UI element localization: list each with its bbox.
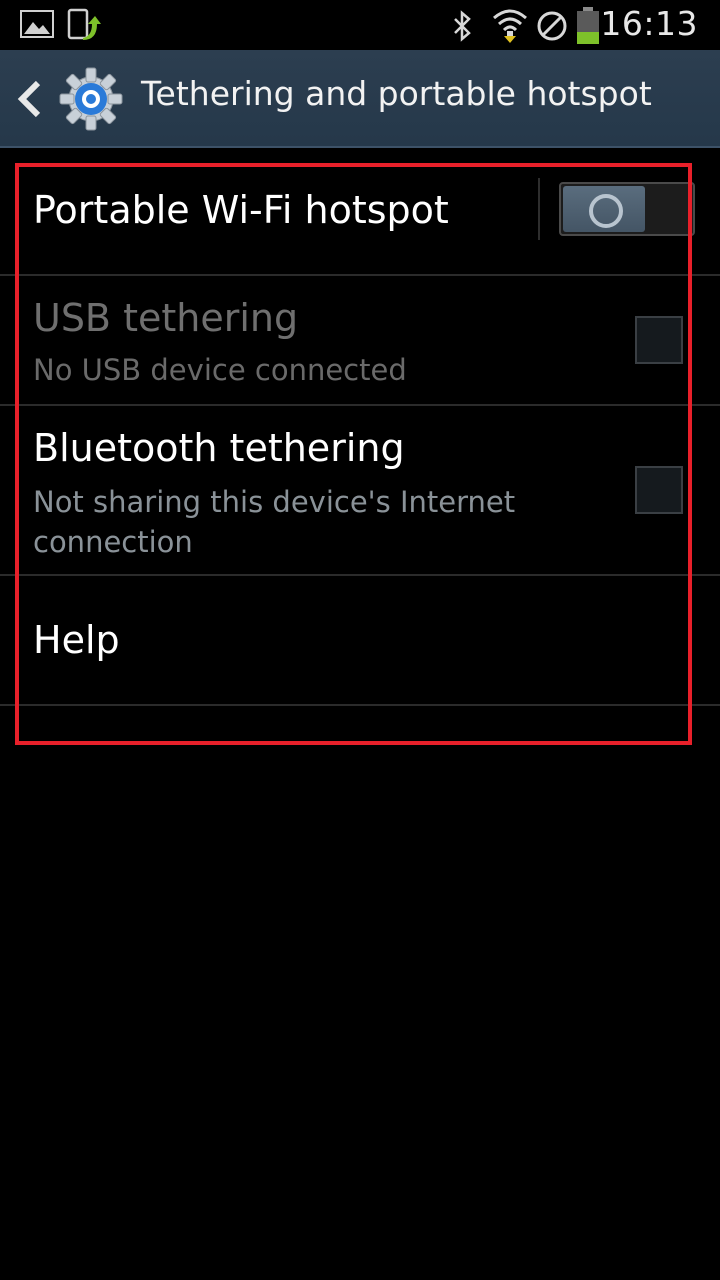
- setting-summary: No USB device connected: [33, 353, 407, 387]
- setting-help[interactable]: Help: [0, 576, 720, 706]
- no-sim-icon: [537, 11, 567, 41]
- battery-icon: [577, 7, 599, 44]
- setting-summary: Not sharing this device's Internet conne…: [33, 485, 516, 559]
- setting-title: Bluetooth tethering: [33, 426, 405, 470]
- setting-title: Help: [33, 618, 120, 662]
- status-time: 16:13: [600, 4, 698, 43]
- usb-tethering-checkbox[interactable]: [635, 316, 683, 364]
- status-bar: 16:13: [0, 0, 720, 50]
- chevron-left-icon[interactable]: [14, 80, 44, 118]
- settings-gear-icon: [59, 67, 123, 131]
- bluetooth-icon: [454, 10, 471, 42]
- setting-portable-wifi-hotspot[interactable]: Portable Wi-Fi hotspot: [0, 146, 720, 276]
- toggle-ring-icon: [589, 194, 623, 228]
- bluetooth-tethering-checkbox[interactable]: [635, 466, 683, 514]
- setting-usb-tethering[interactable]: USB tethering No USB device connected: [0, 276, 720, 406]
- phone-upload-icon: [67, 8, 101, 40]
- setting-bluetooth-tethering[interactable]: Bluetooth tethering Not sharing this dev…: [0, 406, 720, 576]
- wifi-icon: [493, 9, 527, 43]
- setting-title: Portable Wi-Fi hotspot: [33, 188, 449, 232]
- gallery-icon: [20, 10, 54, 38]
- row-divider: [538, 178, 540, 240]
- toggle-thumb: [563, 186, 645, 232]
- page-title: Tethering and portable hotspot: [141, 74, 652, 113]
- action-bar: Tethering and portable hotspot: [0, 50, 720, 148]
- setting-title: USB tethering: [33, 296, 299, 340]
- hotspot-toggle[interactable]: [559, 182, 695, 236]
